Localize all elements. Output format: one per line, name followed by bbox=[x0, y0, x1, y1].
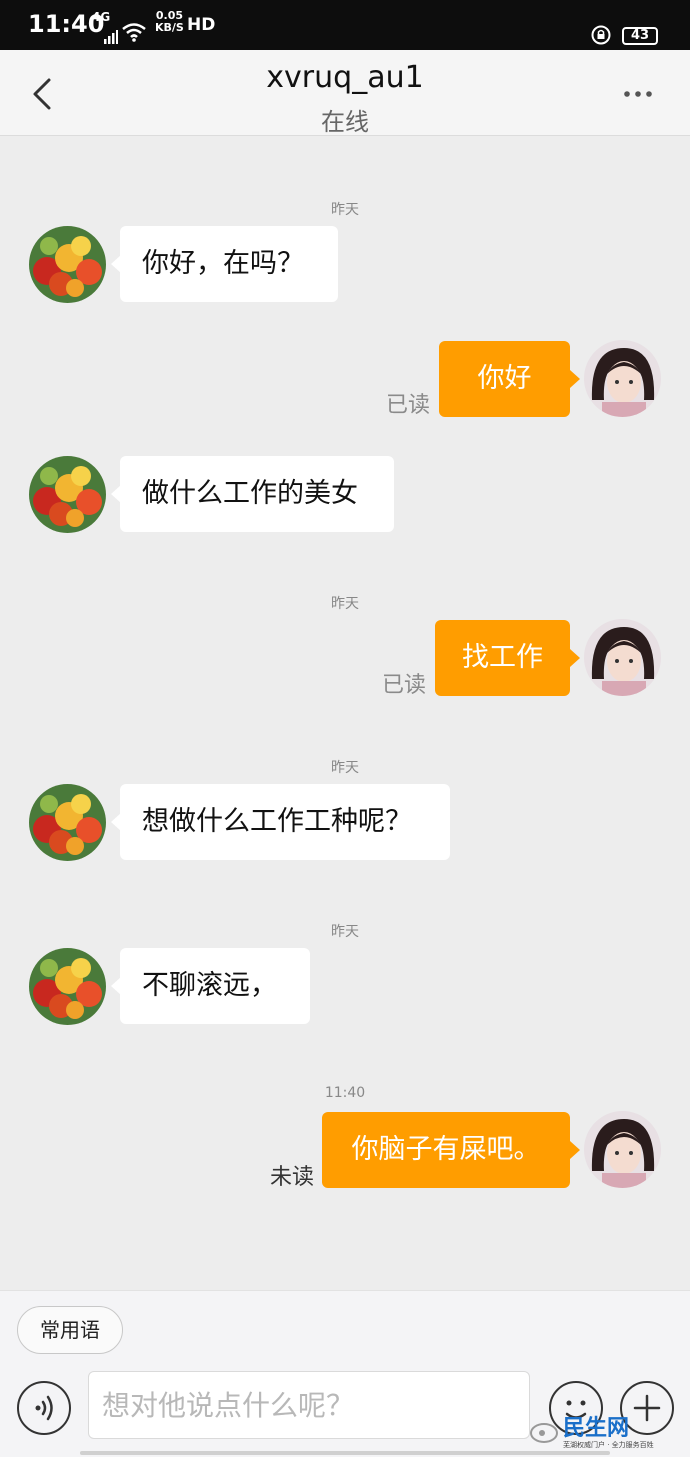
voice-button[interactable] bbox=[17, 1381, 71, 1435]
my-avatar[interactable] bbox=[584, 340, 661, 417]
wifi-icon bbox=[122, 23, 146, 42]
watermark-title: 民生网 bbox=[563, 1416, 630, 1441]
fruit-avatar-icon bbox=[29, 948, 106, 1025]
girl-avatar-icon bbox=[584, 340, 661, 417]
contact-name: xvruq_au1 bbox=[266, 60, 424, 95]
quick-phrase-button[interactable]: 常用语 bbox=[17, 1306, 123, 1354]
more-icon[interactable] bbox=[623, 90, 653, 98]
voice-icon bbox=[35, 1395, 53, 1421]
network-speed: 0.05 KB/S bbox=[155, 10, 184, 34]
signal-icon bbox=[104, 30, 118, 44]
battery-icon: 43 bbox=[622, 27, 658, 45]
message-bubble[interactable]: 找工作 bbox=[435, 620, 580, 696]
girl-avatar-icon bbox=[584, 619, 661, 696]
girl-avatar-icon bbox=[584, 1111, 661, 1188]
unread-status: 未读 bbox=[269, 1165, 314, 1190]
fruit-avatar-icon bbox=[29, 226, 106, 303]
message-bubble[interactable]: 你脑子有屎吧。 bbox=[322, 1112, 580, 1188]
message-bubble[interactable]: 你好，在吗？ bbox=[111, 226, 338, 302]
status-bar: 11:40 4G 0.05 KB/S HD 43 bbox=[0, 0, 690, 50]
contact-avatar[interactable] bbox=[29, 456, 106, 533]
message-bubble[interactable]: 你好 bbox=[439, 341, 580, 417]
fruit-avatar-icon bbox=[29, 784, 106, 861]
weibo-logo-icon bbox=[530, 1423, 558, 1443]
message-timestamp: 昨天 bbox=[331, 760, 359, 776]
lock-rotation-icon bbox=[591, 25, 611, 45]
message-bubble[interactable]: 想做什么工作工种呢？ bbox=[111, 784, 450, 860]
message-timestamp: 11:40 bbox=[324, 1085, 366, 1101]
message-timestamp: 昨天 bbox=[331, 924, 359, 940]
contact-avatar[interactable] bbox=[29, 948, 106, 1025]
contact-avatar[interactable] bbox=[29, 784, 106, 861]
contact-online-status: 在线 bbox=[321, 108, 369, 136]
read-status: 已读 bbox=[381, 673, 426, 698]
speed-unit: KB/S bbox=[155, 21, 184, 34]
message-timestamp: 昨天 bbox=[331, 596, 359, 612]
watermark-subtitle: 芜湖权威门户 · 全力服务百姓 bbox=[563, 1441, 654, 1449]
my-avatar[interactable] bbox=[584, 1111, 661, 1188]
network-type: 4G bbox=[92, 10, 111, 24]
chat-header: xvruq_au1 在线 bbox=[0, 50, 690, 136]
hd-icon: HD bbox=[187, 15, 216, 35]
message-timestamp: 昨天 bbox=[331, 202, 359, 218]
fruit-avatar-icon bbox=[29, 456, 106, 533]
message-bubble[interactable]: 不聊滚远， bbox=[111, 948, 310, 1024]
contact-avatar[interactable] bbox=[29, 226, 106, 303]
watermark: 民生网 芜湖权威门户 · 全力服务百姓 bbox=[528, 1410, 690, 1457]
message-bubble[interactable]: 做什么工作的美女 bbox=[111, 456, 394, 532]
message-input[interactable] bbox=[88, 1371, 530, 1439]
my-avatar[interactable] bbox=[584, 619, 661, 696]
read-status: 已读 bbox=[385, 393, 430, 418]
